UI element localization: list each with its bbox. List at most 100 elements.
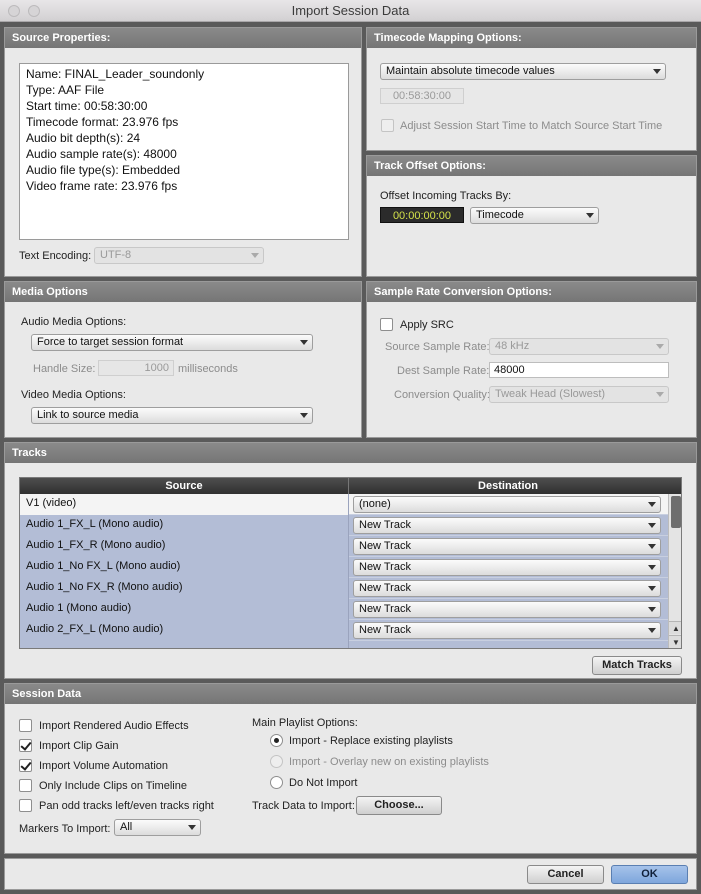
table-row[interactable]: V1 (video) (none) — [20, 494, 668, 515]
chevron-down-icon — [648, 628, 656, 633]
import-rendered-effects-checkbox[interactable] — [19, 719, 32, 732]
track-offset-header: Track Offset Options: — [367, 156, 696, 176]
track-destination-value: New Track — [359, 561, 411, 573]
offset-unit-select[interactable]: Timecode — [470, 207, 599, 224]
chevron-down-icon — [300, 340, 308, 345]
source-rate-select[interactable]: 48 kHz — [489, 338, 669, 355]
track-destination-select[interactable]: New Track — [353, 601, 661, 618]
track-destination-select[interactable]: New Track — [353, 538, 661, 555]
minimize-window-button[interactable] — [28, 5, 40, 17]
chevron-down-icon — [656, 392, 664, 397]
track-destination-value: (none) — [359, 498, 391, 510]
src-header: Sample Rate Conversion Options: — [367, 282, 696, 302]
import-rendered-effects-label: Import Rendered Audio Effects — [39, 720, 189, 732]
markers-label: Markers To Import: — [19, 823, 111, 835]
track-destination-select[interactable]: New Track — [353, 580, 661, 597]
ok-button[interactable]: OK — [611, 865, 688, 884]
clips-on-timeline-checkbox[interactable] — [19, 779, 32, 792]
quality-label: Conversion Quality: — [394, 389, 490, 401]
chevron-down-icon — [300, 413, 308, 418]
table-row[interactable]: Audio 1_FX_R (Mono audio) New Track — [20, 536, 668, 557]
track-source: Audio 1_No FX_R (Mono audio) — [20, 578, 349, 599]
chevron-down-icon — [648, 586, 656, 591]
track-data-label: Track Data to Import: — [252, 800, 355, 812]
source-frame-rate: Video frame rate: 23.976 fps — [26, 179, 178, 193]
track-destination-select[interactable]: New Track — [353, 559, 661, 576]
table-row-partial[interactable] — [20, 641, 668, 648]
tracks-header: Tracks — [5, 443, 696, 463]
apply-src-checkbox[interactable] — [380, 318, 393, 331]
pan-odd-even-checkbox[interactable] — [19, 799, 32, 812]
handle-size-field[interactable]: 1000 — [98, 360, 174, 376]
playlist-replace-radio[interactable] — [270, 734, 283, 747]
table-row[interactable]: Audio 2_FX_L (Mono audio) New Track — [20, 620, 668, 641]
adjust-start-time-checkbox[interactable] — [381, 119, 394, 132]
chevron-down-icon — [188, 825, 196, 830]
chevron-down-icon — [656, 344, 664, 349]
import-volume-automation-checkbox[interactable] — [19, 759, 32, 772]
col-source[interactable]: Source — [20, 478, 349, 494]
scroll-thumb[interactable] — [671, 496, 681, 528]
markers-select[interactable]: All — [114, 819, 201, 836]
text-encoding-value: UTF-8 — [100, 249, 132, 261]
dest-rate-label: Dest Sample Rate: — [397, 365, 490, 377]
tracks-table: Source Destination V1 (video) (none) Aud… — [19, 477, 682, 649]
audio-media-select[interactable]: Force to target session format — [31, 334, 313, 351]
timecode-mapping-select[interactable]: Maintain absolute timecode values — [380, 63, 666, 80]
source-name: Name: FINAL_Leader_soundonly — [26, 67, 205, 81]
offset-label: Offset Incoming Tracks By: — [380, 190, 512, 202]
track-destination-select[interactable]: New Track — [353, 517, 661, 534]
chevron-down-icon — [648, 565, 656, 570]
track-destination-select[interactable]: New Track — [353, 622, 661, 639]
track-destination-value: New Track — [359, 603, 411, 615]
table-row[interactable]: Audio 1_No FX_R (Mono audio) New Track — [20, 578, 668, 599]
table-row[interactable]: Audio 1_No FX_L (Mono audio) New Track — [20, 557, 668, 578]
source-start-time: Start time: 00:58:30:00 — [26, 99, 148, 113]
playlist-do-not-import-radio[interactable] — [270, 776, 283, 789]
playlist-overlay-radio[interactable] — [270, 755, 283, 768]
match-tracks-button[interactable]: Match Tracks — [592, 656, 682, 675]
playlist-do-not-import-label: Do Not Import — [289, 777, 358, 789]
quality-select[interactable]: Tweak Head (Slowest) — [489, 386, 669, 403]
choose-button[interactable]: Choose... — [356, 796, 442, 815]
text-encoding-select[interactable]: UTF-8 — [94, 247, 264, 264]
offset-timecode-field[interactable]: 00:00:00:00 — [380, 207, 464, 223]
handle-size-label: Handle Size: — [33, 363, 96, 375]
source-rate-label: Source Sample Rate: — [385, 341, 490, 353]
scroll-down-arrow-icon[interactable]: ▼ — [669, 635, 681, 648]
close-window-button[interactable] — [8, 5, 20, 17]
track-source-partial — [20, 641, 349, 648]
track-source: Audio 2_FX_L (Mono audio) — [20, 620, 349, 641]
table-row[interactable]: Audio 1_FX_L (Mono audio) New Track — [20, 515, 668, 536]
source-file-type: Audio file type(s): Embedded — [26, 163, 181, 177]
track-destination-select[interactable]: (none) — [353, 496, 661, 513]
scroll-up-arrow-icon[interactable]: ▲ — [669, 621, 681, 634]
table-row[interactable]: Audio 1 (Mono audio) New Track — [20, 599, 668, 620]
playlist-overlay-label: Import - Overlay new on existing playlis… — [289, 756, 489, 768]
track-offset-panel: Track Offset Options: Offset Incoming Tr… — [366, 155, 697, 277]
tracks-table-header: Source Destination — [20, 478, 681, 494]
apply-src-label: Apply SRC — [400, 319, 454, 331]
col-destination[interactable]: Destination — [349, 478, 667, 494]
track-source: Audio 1_FX_L (Mono audio) — [20, 515, 349, 536]
chevron-down-icon — [648, 502, 656, 507]
import-clip-gain-checkbox[interactable] — [19, 739, 32, 752]
cancel-button[interactable]: Cancel — [527, 865, 604, 884]
adjust-start-time-label: Adjust Session Start Time to Match Sourc… — [400, 120, 663, 132]
video-media-label: Video Media Options: — [21, 389, 126, 401]
playlist-options-label: Main Playlist Options: — [252, 717, 358, 729]
audio-media-label: Audio Media Options: — [21, 316, 127, 328]
playlist-replace-label: Import - Replace existing playlists — [289, 735, 453, 747]
source-properties-info: Name: FINAL_Leader_soundonly Type: AAF F… — [19, 63, 349, 240]
track-destination-value: New Track — [359, 624, 411, 636]
source-timecode-format: Timecode format: 23.976 fps — [26, 115, 179, 129]
timecode-mapping-panel: Timecode Mapping Options: Maintain absol… — [366, 27, 697, 151]
audio-media-value: Force to target session format — [37, 336, 184, 348]
video-media-select[interactable]: Link to source media — [31, 407, 313, 424]
dest-rate-field[interactable]: 48000 — [489, 362, 669, 378]
track-source: V1 (video) — [20, 494, 349, 515]
tracks-scrollbar[interactable]: ▲ ▼ — [668, 494, 681, 648]
chevron-down-icon — [648, 544, 656, 549]
window-title: Import Session Data — [291, 3, 410, 18]
src-panel: Sample Rate Conversion Options: Apply SR… — [366, 281, 697, 438]
